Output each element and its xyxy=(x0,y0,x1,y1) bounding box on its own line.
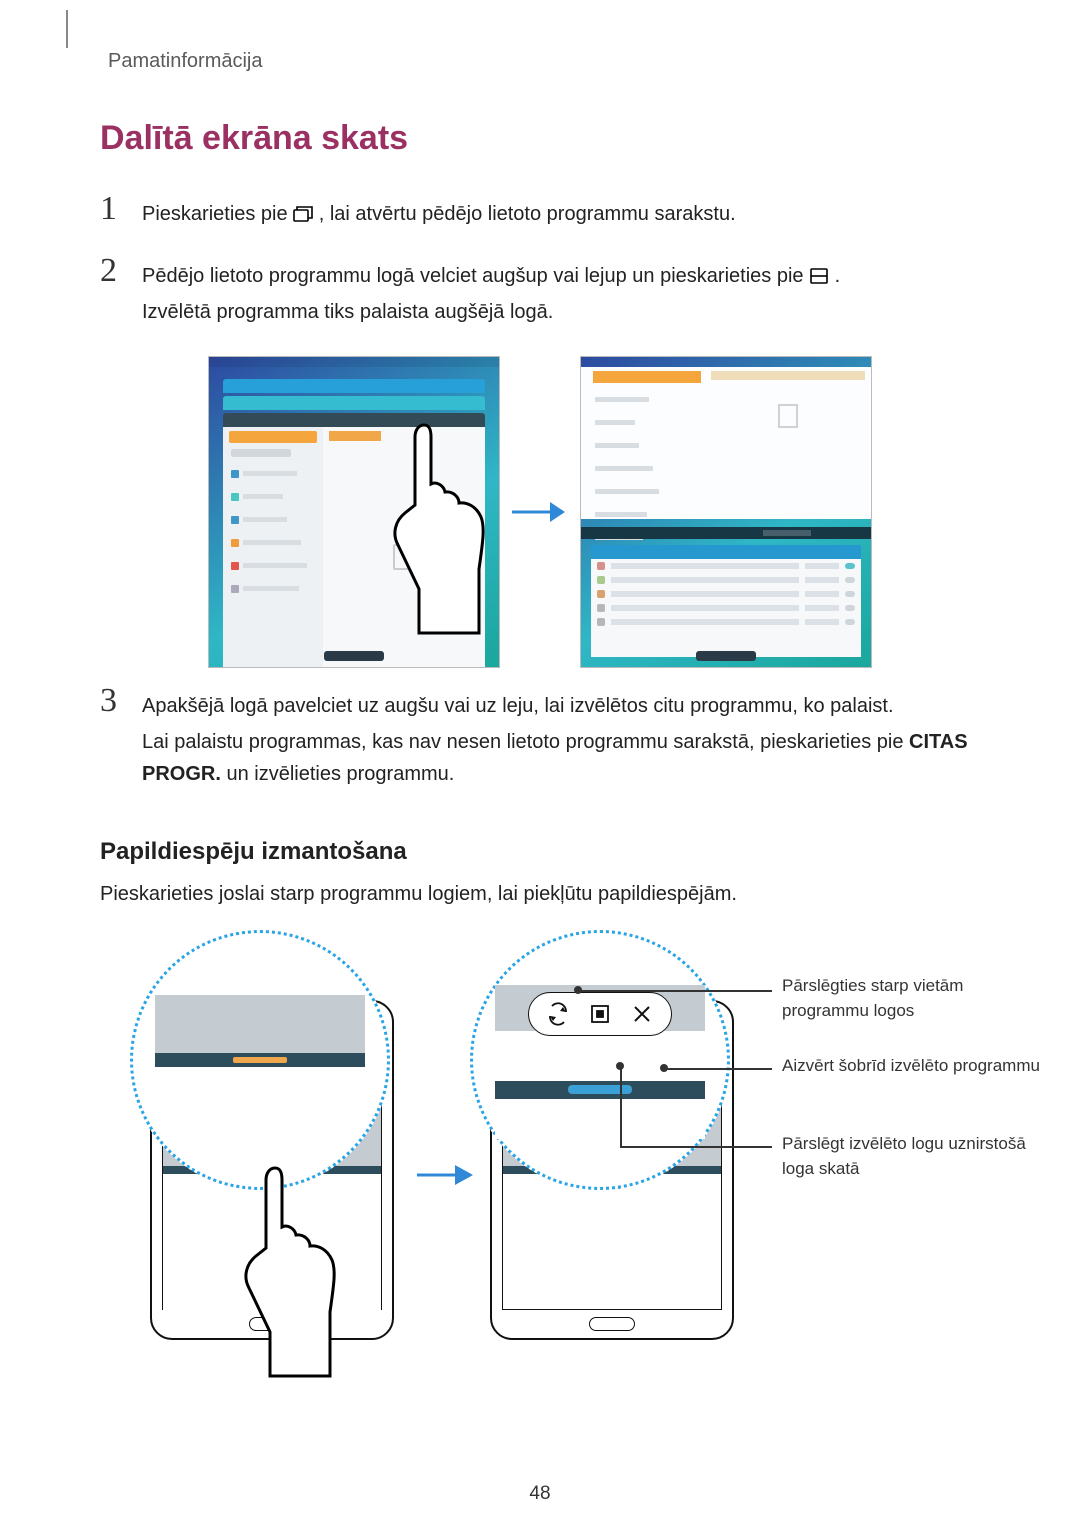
popup-window-icon xyxy=(579,997,621,1031)
page: Pamatinformācija Dalītā ekrāna skats 1 P… xyxy=(0,0,1080,1527)
callout-dot xyxy=(616,1062,624,1070)
step-1: 1 Pieskarieties pie , lai atvērtu pēdējo… xyxy=(100,192,980,234)
step2-text-c: Izvēlētā programma tiks palaista augšējā… xyxy=(142,296,980,328)
step3-text-c: un izvēlieties programmu. xyxy=(221,763,454,785)
swap-windows-icon xyxy=(537,997,579,1031)
callout-popup: Pārslēgt izvēlēto logu uznirstošā loga s… xyxy=(782,1132,1042,1181)
step-number: 1 xyxy=(100,192,124,234)
callout-dot xyxy=(574,986,582,994)
step-number: 2 xyxy=(100,254,124,332)
step1-text-a: Pieskarieties pie xyxy=(142,203,293,225)
step-list-2: 3 Apakšējā logā pavelciet uz augšu vai u… xyxy=(100,684,980,794)
callout-close: Aizvērt šobrīd izvēlēto programmu xyxy=(782,1054,1042,1079)
step1-text-b: , lai atvērtu pēdējo lietoto programmu s… xyxy=(319,203,736,225)
hand-icon xyxy=(379,417,499,637)
step3-text-b: Lai palaistu programmas, kas nav nesen l… xyxy=(142,731,909,753)
arrow-icon xyxy=(510,497,570,527)
tablet-before xyxy=(208,356,500,668)
zoom-bubble-left xyxy=(130,930,390,1190)
tablet-after: ▮ ▮ ▮ xyxy=(580,356,872,668)
callout-dot xyxy=(660,1064,668,1072)
figure-additional-options: ✕ xyxy=(110,930,970,1370)
step-body: Pieskarieties pie , lai atvērtu pēdējo l… xyxy=(142,192,980,234)
step2-text-b: . xyxy=(835,265,841,287)
step-list: 1 Pieskarieties pie , lai atvērtu pēdējo… xyxy=(100,192,980,332)
hand-icon xyxy=(220,1160,360,1380)
close-icon xyxy=(621,997,663,1031)
callout-swap: Pārslēgties starp vietām programmu logos xyxy=(782,974,1042,1023)
arrow-icon xyxy=(410,1160,480,1190)
zoom-bubble-right xyxy=(470,930,730,1190)
page-number: 48 xyxy=(0,1483,1080,1505)
step-2: 2 Pēdējo lietoto programmu logā velciet … xyxy=(100,254,980,332)
subheading: Papildiespēju izmantošana xyxy=(100,838,980,866)
step-number: 3 xyxy=(100,684,124,794)
step-body: Apakšējā logā pavelciet uz augšu vai uz … xyxy=(142,684,980,794)
figure-split-view-gesture: ▮ ▮ ▮ xyxy=(100,356,980,668)
step-body: Pēdējo lietoto programmu logā velciet au… xyxy=(142,254,980,332)
callout-line xyxy=(664,1068,772,1070)
split-view-icon xyxy=(809,262,829,278)
breadcrumb: Pamatinformācija xyxy=(108,50,980,73)
step2-text-a: Pēdējo lietoto programmu logā velciet au… xyxy=(142,265,809,287)
page-title: Dalītā ekrāna skats xyxy=(100,119,980,158)
sub-paragraph: Pieskarieties joslai starp programmu log… xyxy=(100,878,980,910)
callout-line xyxy=(578,990,772,992)
callout-line xyxy=(620,1066,622,1148)
step3-text-a: Apakšējā logā pavelciet uz augšu vai uz … xyxy=(142,690,980,722)
step-3: 3 Apakšējā logā pavelciet uz augšu vai u… xyxy=(100,684,980,794)
corner-rule xyxy=(66,10,68,48)
controls-pill xyxy=(528,992,672,1036)
callout-line xyxy=(620,1146,772,1148)
recent-apps-icon xyxy=(293,200,313,216)
